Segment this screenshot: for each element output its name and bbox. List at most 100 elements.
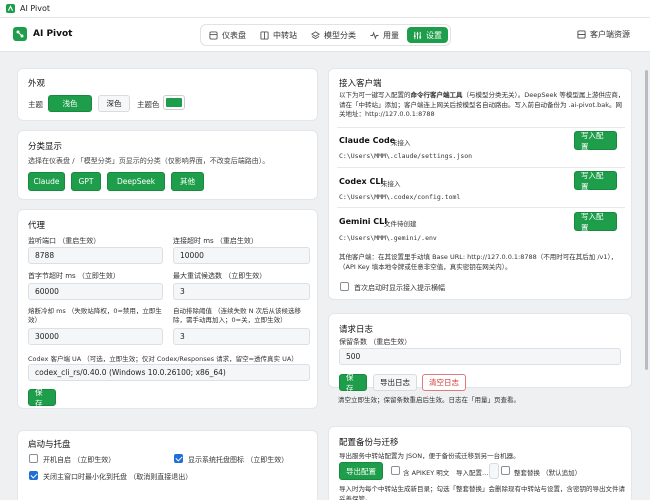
divider bbox=[337, 207, 625, 208]
auto-remove-input[interactable]: 3 bbox=[173, 328, 310, 345]
claude-code-status: 未接入 bbox=[391, 139, 411, 147]
claude-code-write-button[interactable]: 写入配置 bbox=[574, 131, 617, 151]
brand: AI Pivot bbox=[13, 27, 72, 41]
backup-desc: 导出服务中转站配置为 JSON，便于备份或迁移到另一台机器。 bbox=[339, 452, 520, 460]
clients-title: 接入客户端 bbox=[339, 79, 382, 89]
auto-remove-label: 自动排除阈值 （连续失败 N 次后从该候选移除，需手动再加入；0=关，立即生效） bbox=[173, 307, 302, 324]
categories-title: 分类显示 bbox=[28, 142, 63, 152]
grid-icon bbox=[577, 30, 586, 39]
breaker-input[interactable]: 30000 bbox=[28, 328, 163, 345]
app-icon bbox=[6, 4, 15, 13]
accent-label: 主题色 bbox=[137, 100, 160, 109]
startup-card: 启动与托盘 开机自启 （立即生效） 显示系统托盘图标 （立即生效） 关闭主窗口时… bbox=[17, 430, 318, 500]
startup-title: 启动与托盘 bbox=[28, 440, 71, 450]
backup-title: 配置备份与迁移 bbox=[339, 438, 399, 448]
divider bbox=[337, 167, 625, 168]
codex-cli-status: 未接入 bbox=[381, 180, 401, 188]
max-retry-input[interactable]: 3 bbox=[173, 283, 310, 300]
clients-desc: 以下为可一键写入配置的命令行客户端工具（与模型分类无关）。DeepSeek 等模… bbox=[339, 91, 627, 120]
tab-settings[interactable]: 设置 bbox=[407, 27, 448, 43]
logs-save-button[interactable]: 保存 bbox=[339, 373, 367, 393]
tab-label: 设置 bbox=[426, 30, 442, 40]
export-config-button[interactable]: 导出配置 bbox=[339, 462, 383, 480]
client-resources-label: 客户端资源 bbox=[590, 30, 630, 39]
scrollbar-thumb[interactable] bbox=[645, 70, 648, 370]
tray-icon-label: 显示系统托盘图标 （立即生效） bbox=[188, 456, 289, 464]
proxy-save-button[interactable]: 保存 bbox=[28, 388, 56, 408]
connect-timeout-label: 连接超时 ms （重启生效） bbox=[173, 237, 258, 245]
theme-label: 主题 bbox=[28, 100, 43, 109]
replace-all-checkbox[interactable] bbox=[501, 466, 510, 475]
category-gpt-button[interactable]: GPT bbox=[71, 172, 101, 191]
divider bbox=[337, 127, 625, 128]
appearance-card: 外观 主题 浅色 深色 主题色 bbox=[17, 68, 318, 121]
first-start-banner-checkbox[interactable] bbox=[340, 282, 349, 291]
tab-label: 用量 bbox=[383, 30, 399, 40]
page-scrollbar[interactable] bbox=[644, 70, 649, 490]
window-titlebar: AI Pivot bbox=[0, 0, 650, 18]
categories-desc: 选择在仪表盘 / 「模型分类」页显示的分类（仅影响界面，不改变后端路由）。 bbox=[28, 157, 270, 165]
category-claude-button[interactable]: Claude bbox=[28, 172, 65, 191]
proxy-title: 代理 bbox=[28, 221, 46, 231]
category-other-button[interactable]: 其他 bbox=[171, 172, 204, 191]
import-config-button[interactable] bbox=[489, 463, 499, 479]
gemini-cli-write-button[interactable]: 写入配置 bbox=[574, 212, 617, 232]
ua-label: Codex 客户端 UA （可选，立即生效；仅对 Codex/Responses… bbox=[28, 355, 298, 363]
retain-label: 保留条数 （重启生效） bbox=[339, 338, 412, 346]
close-minimize-checkbox[interactable] bbox=[29, 471, 38, 480]
brand-logo-icon bbox=[13, 27, 27, 41]
claude-code-name: Claude Code bbox=[339, 136, 396, 145]
tab-relay[interactable]: 中转站 bbox=[254, 27, 303, 43]
tab-label: 模型分类 bbox=[324, 30, 356, 40]
layers-icon bbox=[311, 30, 320, 39]
import-config-label: 导入配置… bbox=[456, 469, 489, 477]
backup-note: 导入时为每个中转站生成新目录；勾选「整套替换」会删除现有中转站与设置，含密钥的导… bbox=[339, 485, 625, 500]
export-logs-button[interactable]: 导出日志 bbox=[373, 374, 417, 391]
max-retry-label: 最大重试候选数 （立即生效） bbox=[173, 272, 267, 280]
tab-usage[interactable]: 用量 bbox=[364, 27, 405, 43]
replace-all-label: 整套替换 （默认追加） bbox=[514, 469, 582, 477]
first-byte-input[interactable]: 60000 bbox=[28, 283, 163, 300]
logs-title: 请求日志 bbox=[339, 325, 374, 335]
tab-dashboard[interactable]: 仪表盘 bbox=[203, 27, 252, 43]
gemini-cli-status: 文件待创建 bbox=[384, 220, 417, 228]
theme-light-button[interactable]: 浅色 bbox=[48, 95, 92, 112]
port-input[interactable]: 8788 bbox=[28, 247, 163, 264]
codex-cli-name: Codex CLI bbox=[339, 177, 384, 186]
category-deepseek-button[interactable]: DeepSeek bbox=[107, 172, 165, 191]
accent-color-picker[interactable] bbox=[163, 95, 185, 110]
relay-icon bbox=[260, 30, 269, 40]
codex-cli-write-button[interactable]: 写入配置 bbox=[574, 171, 617, 191]
ua-input[interactable]: codex_cli_rs/0.40.0 (Windows 10.0.26100;… bbox=[28, 364, 310, 381]
codex-cli-path: C:\Users\MMM\.codex/config.toml bbox=[339, 193, 461, 201]
clients-desc-bold: 命令行客户端工具 bbox=[410, 91, 463, 99]
theme-dark-button[interactable]: 深色 bbox=[98, 95, 130, 112]
gemini-cli-path: C:\Users\MMM\.gemini/.env bbox=[339, 234, 437, 242]
backup-card: 配置备份与迁移 导出服务中转站配置为 JSON，便于备份或迁移到另一台机器。 导… bbox=[328, 426, 632, 500]
first-start-banner-label: 首次启动时显示接入提示横幅 bbox=[354, 284, 445, 292]
client-resources-link[interactable]: 客户端资源 bbox=[577, 29, 630, 40]
retain-input[interactable]: 500 bbox=[339, 348, 621, 365]
clear-logs-button[interactable]: 清空日志 bbox=[422, 374, 466, 391]
tray-icon-checkbox[interactable] bbox=[174, 454, 183, 463]
window-title: AI Pivot bbox=[20, 4, 51, 13]
logs-note: 清空立即生效；保留条数重启后生效。日志在「用量」页查看。 bbox=[338, 396, 520, 404]
first-byte-label: 首字节超时 ms （立即生效） bbox=[28, 272, 120, 280]
port-label: 监听端口 （重启生效） bbox=[28, 237, 101, 245]
tab-model-categories[interactable]: 模型分类 bbox=[305, 27, 362, 43]
clients-desc-part1: 以下为可一键写入配置的 bbox=[339, 91, 411, 99]
autostart-label: 开机自启 （立即生效） bbox=[43, 456, 116, 464]
gemini-cli-name: Gemini CLI bbox=[339, 217, 388, 226]
logs-card: 请求日志 保留条数 （重启生效） 500 保存 导出日志 清空日志 bbox=[328, 313, 632, 393]
include-apikey-label: 含 APIKEY 明文 bbox=[403, 469, 450, 477]
claude-code-path: C:\Users\MMM\.claude/settings.json bbox=[339, 152, 473, 160]
dashboard-icon bbox=[209, 30, 218, 40]
appearance-title: 外观 bbox=[28, 79, 46, 89]
include-apikey-checkbox[interactable] bbox=[391, 466, 400, 475]
other-clients-note: 其他客户端：在其设置里手动填 Base URL: http://127.0.0.… bbox=[339, 253, 618, 271]
autostart-checkbox[interactable] bbox=[29, 454, 38, 463]
categories-card: 分类显示 选择在仪表盘 / 「模型分类」页显示的分类（仅影响界面，不改变后端路由… bbox=[17, 130, 318, 200]
connect-timeout-input[interactable]: 10000 bbox=[173, 247, 310, 264]
activity-icon bbox=[370, 30, 379, 40]
breaker-label: 熔断冷却 ms （失败站降权，0=禁用，立即生效） bbox=[28, 307, 162, 324]
